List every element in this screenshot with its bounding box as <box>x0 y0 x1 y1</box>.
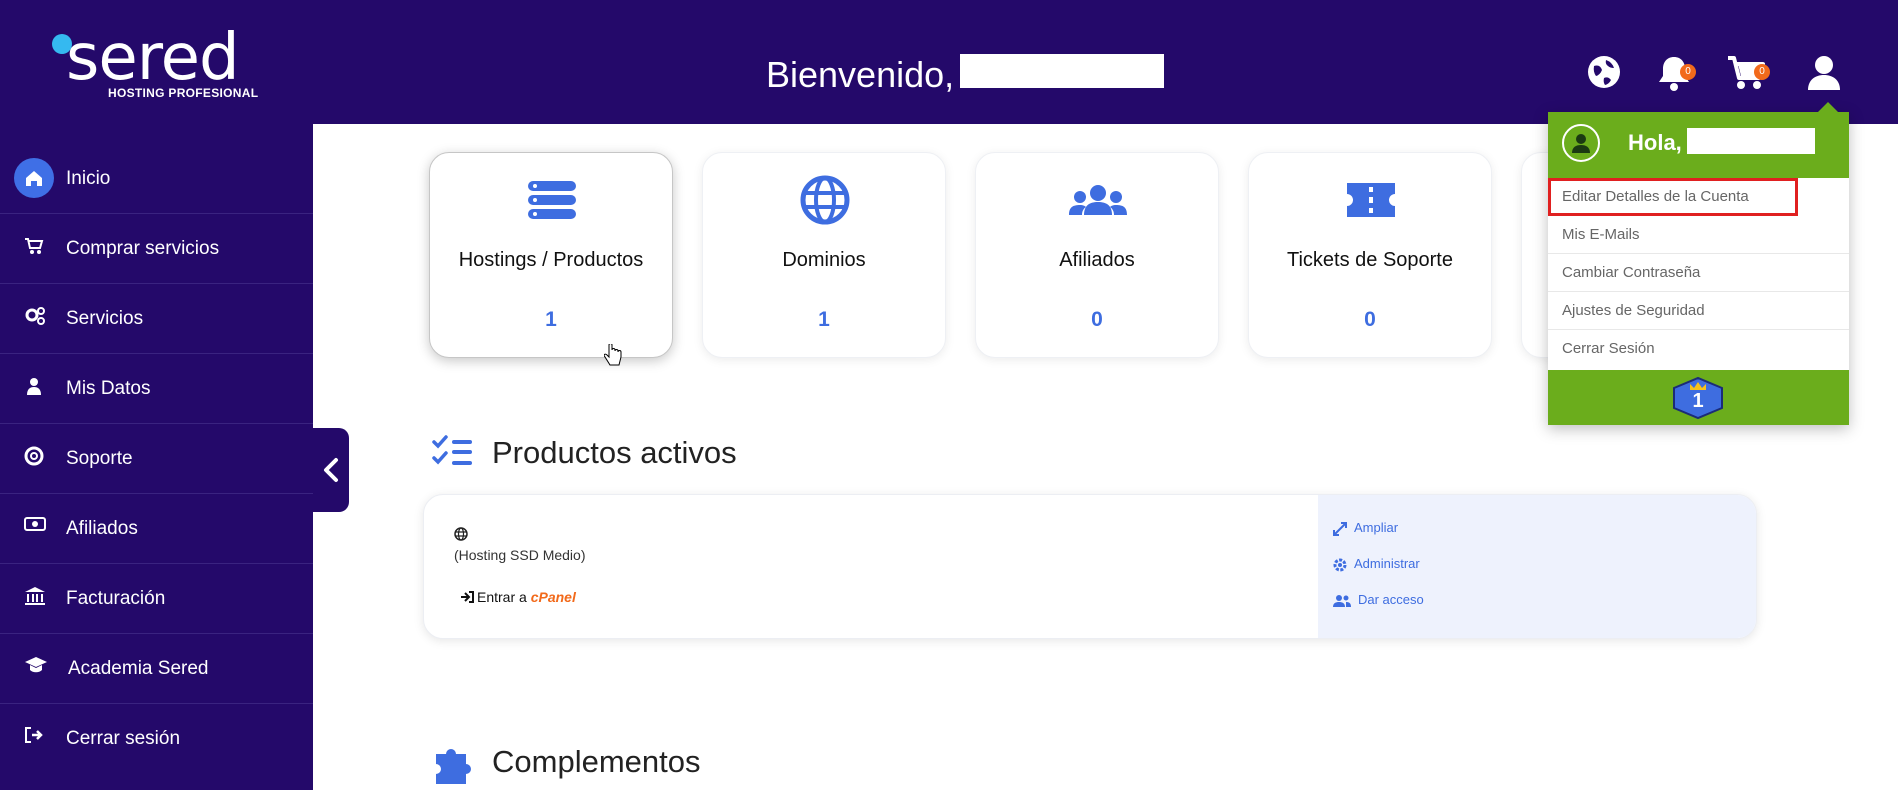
cpanel-logo: cPanel <box>530 589 576 605</box>
section-title-productos-activos: Productos activos <box>492 435 737 470</box>
sign-in-icon <box>461 591 474 603</box>
checklist-icon <box>432 434 474 475</box>
grant-access-label: Dar acceso <box>1358 592 1424 607</box>
hand-cursor-icon <box>603 343 622 373</box>
notifications-badge: 0 <box>1680 64 1696 80</box>
sidebar-item-label: Cerrar sesión <box>66 728 181 749</box>
sidebar-item-afiliados[interactable]: Afiliados <box>0 494 313 564</box>
card-title: Afiliados <box>1059 249 1135 271</box>
language-globe-icon[interactable] <box>1586 54 1626 94</box>
menu-item-label: Ajustes de Seguridad <box>1562 302 1705 319</box>
sidebar-item-academia-sered[interactable]: Academia Sered <box>0 634 313 704</box>
sidebar-item-cerrar-sesion[interactable]: Cerrar sesión <box>0 704 313 774</box>
avatar-icon <box>1562 124 1600 162</box>
grant-access-button[interactable]: Dar acceso <box>1332 591 1424 609</box>
level-badge: 1 <box>1668 376 1728 420</box>
sidebar-item-label: Facturación <box>66 588 166 609</box>
ticket-icon <box>1346 175 1396 225</box>
gears-icon <box>24 306 48 330</box>
sign-out-icon <box>24 726 48 750</box>
bank-icon <box>24 586 48 610</box>
sidebar: Inicio Comprar servicios Servicios Mis D… <box>0 124 313 790</box>
card-hostings-productos[interactable]: Hostings / Productos 1 <box>429 152 673 358</box>
cpanel-login-link[interactable]: Entrar a cPanel <box>460 589 576 605</box>
dropdown-header: Hola, <box>1548 112 1849 178</box>
menu-item-label: Cambiar Contraseña <box>1562 264 1701 281</box>
welcome-message: Bienvenido, <box>766 54 955 95</box>
expand-button[interactable]: Ampliar <box>1332 519 1398 537</box>
redacted-username <box>960 54 1164 88</box>
dropdown-greeting: Hola, <box>1628 130 1682 155</box>
redacted-username <box>1687 128 1815 154</box>
top-header: sered HOSTING PROFESIONAL Bienvenido, 0 … <box>0 0 1898 124</box>
expand-label: Ampliar <box>1354 520 1399 535</box>
expand-icon <box>1333 521 1347 536</box>
card-value: 0 <box>1364 308 1376 331</box>
server-icon <box>527 175 577 225</box>
user-icon <box>24 376 48 400</box>
graduation-cap-icon <box>24 656 48 680</box>
card-dominios[interactable]: Dominios 1 <box>702 152 946 358</box>
menu-item-cambiar-contrasena[interactable]: Cambiar Contraseña <box>1548 254 1849 292</box>
dropdown-footer: 1 <box>1548 370 1849 425</box>
active-product-card: (Hosting SSD Medio) Entrar a cPanel Ampl… <box>423 494 1757 639</box>
card-value: 0 <box>1091 308 1103 331</box>
users-icon <box>1069 175 1127 225</box>
card-tickets-de-soporte[interactable]: Tickets de Soporte 0 <box>1248 152 1492 358</box>
level-number: 1 <box>1692 390 1704 412</box>
user-account-icon[interactable] <box>1806 54 1846 94</box>
sidebar-item-servicios[interactable]: Servicios <box>0 284 313 354</box>
sidebar-item-mis-datos[interactable]: Mis Datos <box>0 354 313 424</box>
home-icon <box>14 158 54 198</box>
product-actions-panel: Ampliar Administrar Dar acceso <box>1318 495 1756 638</box>
sidebar-item-label: Inicio <box>66 168 111 189</box>
manage-button[interactable]: Administrar <box>1332 555 1420 573</box>
menu-item-label: Editar Detalles de la Cuenta <box>1562 188 1749 205</box>
sidebar-collapse-button[interactable] <box>313 428 349 512</box>
logo-text: sered <box>66 21 240 95</box>
sidebar-item-label: Afiliados <box>66 518 138 539</box>
sidebar-item-comprar-servicios[interactable]: Comprar servicios <box>0 214 313 284</box>
menu-item-label: Mis E-Mails <box>1562 226 1640 243</box>
product-plan-name: (Hosting SSD Medio) <box>454 547 586 563</box>
menu-item-label: Cerrar Sesión <box>1562 340 1655 357</box>
menu-item-ajustes-seguridad[interactable]: Ajustes de Seguridad <box>1548 292 1849 330</box>
card-afiliados[interactable]: Afiliados 0 <box>975 152 1219 358</box>
cart-badge: 0 <box>1754 64 1770 80</box>
sered-logo[interactable]: sered HOSTING PROFESIONAL <box>50 24 270 104</box>
menu-item-cerrar-sesion[interactable]: Cerrar Sesión <box>1548 330 1849 368</box>
small-globe-icon <box>454 527 468 546</box>
manage-label: Administrar <box>1354 556 1420 571</box>
section-title-complementos: Complementos <box>492 744 701 779</box>
account-dropdown-menu: Hola, Editar Detalles de la Cuenta Mis E… <box>1548 102 1849 425</box>
cpanel-login-label: Entrar a <box>477 589 527 605</box>
menu-item-editar-detalles[interactable]: Editar Detalles de la Cuenta <box>1548 178 1798 216</box>
card-value: 1 <box>818 308 830 331</box>
puzzle-icon <box>432 740 476 789</box>
lifebuoy-icon <box>24 446 48 470</box>
card-title: Tickets de Soporte <box>1286 249 1453 271</box>
card-title: Hostings / Productos <box>458 249 644 271</box>
globe-icon <box>800 175 850 225</box>
gear-icon <box>1333 558 1347 572</box>
sidebar-item-label: Soporte <box>66 448 133 469</box>
dropdown-pointer <box>1818 102 1838 112</box>
menu-item-mis-emails[interactable]: Mis E-Mails <box>1548 216 1849 254</box>
chevron-left-icon <box>324 458 338 482</box>
logo-subtitle: HOSTING PROFESIONAL <box>108 86 259 100</box>
users-icon <box>1333 594 1351 607</box>
card-title: Dominios <box>782 249 866 271</box>
notifications-bell-icon[interactable]: 0 <box>1656 54 1696 94</box>
sidebar-item-soporte[interactable]: Soporte <box>0 424 313 494</box>
sidebar-item-label: Comprar servicios <box>66 238 220 259</box>
sidebar-item-label: Servicios <box>66 308 144 329</box>
sidebar-item-label: Academia Sered <box>68 658 209 679</box>
sidebar-item-label: Mis Datos <box>66 378 151 399</box>
money-icon <box>24 516 48 540</box>
sidebar-item-inicio[interactable]: Inicio <box>0 144 313 214</box>
card-value: 1 <box>545 308 557 331</box>
cart-icon[interactable]: 0 <box>1726 54 1770 94</box>
sidebar-item-facturacion[interactable]: Facturación <box>0 564 313 634</box>
cart-icon <box>24 236 48 260</box>
